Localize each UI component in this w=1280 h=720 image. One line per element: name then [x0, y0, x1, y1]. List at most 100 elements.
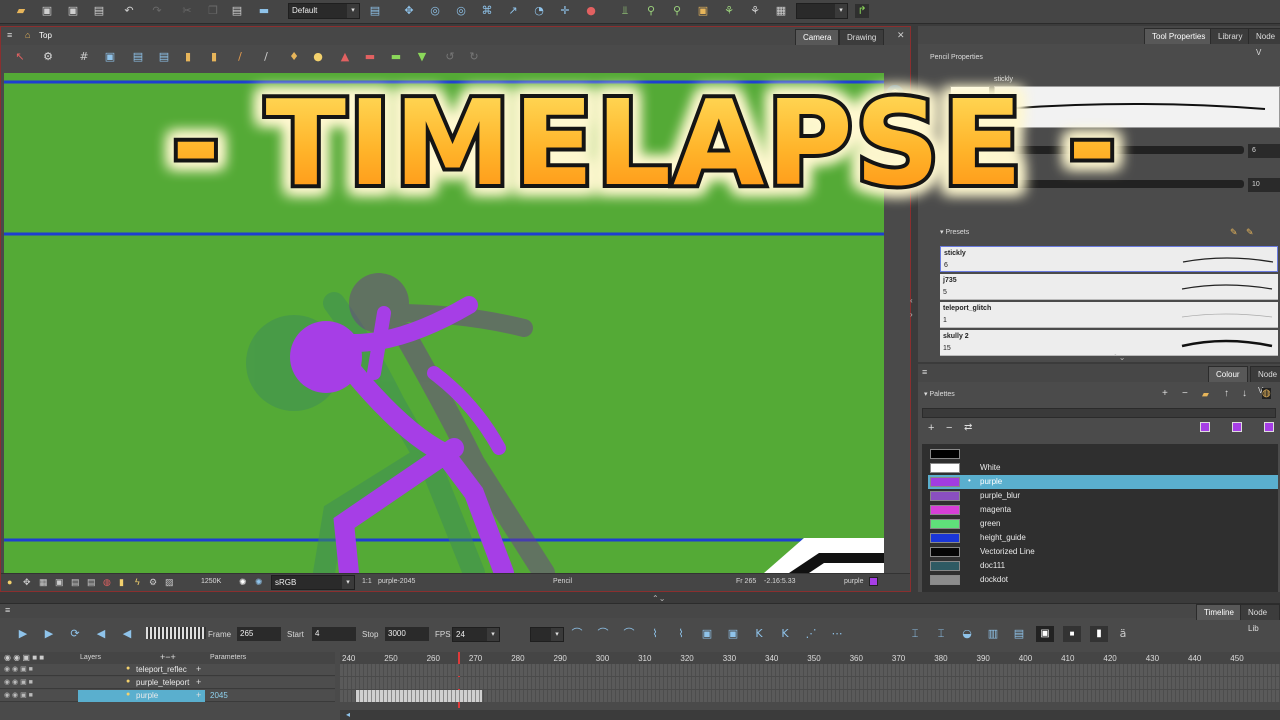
deform-icon[interactable]: ⚲	[644, 4, 658, 18]
render-icon[interactable]: ▬	[257, 4, 271, 18]
zoom-icon[interactable]: ◂	[346, 710, 350, 719]
size-value[interactable]: 6	[1248, 144, 1280, 158]
add-colour-icon[interactable]: +	[928, 422, 934, 434]
workspace-select[interactable]: Default ▾	[288, 3, 360, 19]
layer-row[interactable]: ◉ ◉ ▣ ■ ● purple_teleport +	[0, 677, 335, 689]
preset-item[interactable]: j735 5	[940, 274, 1278, 300]
select-tool-icon[interactable]: ↖	[13, 50, 27, 64]
constant-icon[interactable]: ▣	[726, 627, 740, 641]
sound-scrub-icon[interactable]: ◀	[120, 627, 134, 641]
remove-colour-icon[interactable]: −	[946, 422, 952, 434]
preset-menu-icon[interactable]: ✎	[1246, 227, 1254, 238]
ease-select[interactable]: ▾	[530, 627, 564, 642]
motion-path-icon[interactable]: ⌒	[622, 627, 636, 641]
colorspace-select[interactable]: sRGB ▾	[271, 575, 355, 590]
colour-swatch-row[interactable]: doc111	[928, 559, 1278, 573]
skew-icon[interactable]: ↗	[506, 4, 520, 18]
colour-swatch-row[interactable]: White	[928, 461, 1278, 475]
play-icon[interactable]: ▶	[16, 627, 30, 641]
peg-icon[interactable]: ◒	[960, 627, 974, 641]
show-deform-icon[interactable]: ⚘	[748, 4, 762, 18]
splitter-right-icon[interactable]: ›	[910, 310, 913, 319]
keyframe-icon[interactable]: ⌒	[570, 627, 584, 641]
add-keyframe-icon[interactable]: ⌇	[648, 627, 662, 641]
playback-speed-slider[interactable]	[146, 627, 206, 639]
paste-icon[interactable]: ▤	[230, 4, 244, 18]
bone-icon[interactable]: ⫫	[618, 4, 632, 18]
layer-visibility-icon[interactable]: ◉ ◉ ▣ ■	[4, 665, 33, 673]
tab-drawing[interactable]: Drawing	[839, 29, 885, 45]
colour-swatch-row[interactable]: dockdot	[928, 573, 1278, 587]
frame-input[interactable]: 265	[237, 627, 281, 641]
colour-swatch-row[interactable]: • purple	[928, 475, 1278, 489]
menu-icon[interactable]: ≡	[7, 30, 12, 40]
colour-swatch-row[interactable]: purple_blur	[928, 489, 1278, 503]
colour-swatch-row[interactable]	[928, 447, 1278, 461]
move-up-icon[interactable]: ↑	[1224, 388, 1229, 399]
export-icon[interactable]: ▤	[92, 4, 106, 18]
rigging-icon[interactable]: ↱	[855, 4, 869, 18]
flake-icon[interactable]: ✺	[239, 577, 247, 588]
light-icon[interactable]: ●	[7, 577, 12, 587]
menu-icon[interactable]: ≡	[922, 367, 927, 377]
scene-icon[interactable]: ▤	[1012, 627, 1026, 641]
line-colour-icon[interactable]	[1200, 422, 1210, 432]
remove-keyframe-icon[interactable]: ⌇	[674, 627, 688, 641]
record-icon[interactable]: ◍	[103, 577, 111, 588]
eyedropper-icon[interactable]	[1264, 422, 1274, 432]
light-table-icon[interactable]: ◔	[532, 4, 546, 18]
cell-row[interactable]	[340, 664, 1280, 676]
new-preset-icon[interactable]: ✎	[1230, 227, 1238, 238]
layer-toggle-icon[interactable]: ■	[1063, 626, 1081, 642]
timeline-scrollbar[interactable]: ◂	[340, 710, 1280, 720]
presets-header[interactable]: ▾ Presets	[940, 228, 969, 236]
colour-swatch-row[interactable]: magenta	[928, 503, 1278, 517]
palette-list-scrollbar[interactable]	[922, 408, 1276, 418]
redo-icon[interactable]: ↷	[150, 4, 164, 18]
weighted-icon[interactable]: ⚘	[722, 4, 736, 18]
stop-motion-icon[interactable]: ▣	[700, 627, 714, 641]
copy-icon[interactable]: ❐	[206, 4, 220, 18]
exposed-cells[interactable]	[356, 690, 482, 702]
loop-icon[interactable]: ⟳	[68, 627, 82, 641]
swap-colour-icon[interactable]: ⇄	[964, 422, 972, 433]
fill-colour-icon[interactable]	[1232, 422, 1242, 432]
palettes-header[interactable]: ▾ Palettes	[924, 390, 955, 398]
expand-layer-icon[interactable]: +	[196, 690, 201, 700]
envelope-icon[interactable]: ▣	[696, 4, 710, 18]
tab-library[interactable]: Library	[1210, 28, 1251, 44]
expand-layer-icon[interactable]: +	[196, 664, 201, 674]
layer-visibility-icon[interactable]: ◉ ◉ ▣ ■	[4, 678, 33, 686]
kf-prev-icon[interactable]: K	[752, 627, 766, 641]
preset-item[interactable]: stickly 6	[940, 246, 1278, 272]
fps-select[interactable]: 24 ▾	[452, 627, 500, 642]
safe-icon[interactable]: ▣	[55, 577, 64, 588]
smoothing-value[interactable]: 10	[1248, 178, 1280, 192]
field-icon[interactable]: ▤	[71, 577, 80, 588]
onion-menu-icon[interactable]: ▨	[165, 577, 174, 588]
cell-row[interactable]	[340, 690, 1280, 702]
move-down-icon[interactable]: ↓	[1242, 388, 1247, 399]
collapse-panel-icon[interactable]: ⌃⌄	[1112, 353, 1125, 362]
tab-node-library[interactable]: Node Lib	[1240, 604, 1280, 633]
add-layer-icon[interactable]: +−+	[160, 652, 176, 662]
reset-view-icon[interactable]: ✥	[402, 4, 416, 18]
motion-icon[interactable]: ⌒	[596, 627, 610, 641]
sound-icon[interactable]: ◀	[94, 627, 108, 641]
add-palette-icon[interactable]: +	[1162, 388, 1168, 399]
close-icon[interactable]: ✕	[897, 30, 905, 41]
save-icon[interactable]: ▣	[40, 4, 54, 18]
start-input[interactable]: 4	[312, 627, 356, 641]
gear-blue-icon[interactable]: ✺	[255, 577, 263, 588]
stage-icon[interactable]: ✥	[23, 577, 31, 588]
transform-icon[interactable]: ⌘	[480, 4, 494, 18]
flip-icon[interactable]: ◎	[454, 4, 468, 18]
undo-icon[interactable]: ↶	[122, 4, 136, 18]
frame-toggle-icon[interactable]: ▮	[1090, 626, 1108, 642]
abc-icon[interactable]: ä	[1116, 627, 1130, 641]
home-icon[interactable]: ⌂	[25, 30, 30, 40]
camera-toggle-icon[interactable]: ▣	[1036, 626, 1054, 642]
tab-node-view[interactable]: Node V	[1248, 28, 1280, 57]
colour-swatch-row[interactable]: green	[928, 517, 1278, 531]
curve-deform-icon[interactable]: ⚲	[670, 4, 684, 18]
